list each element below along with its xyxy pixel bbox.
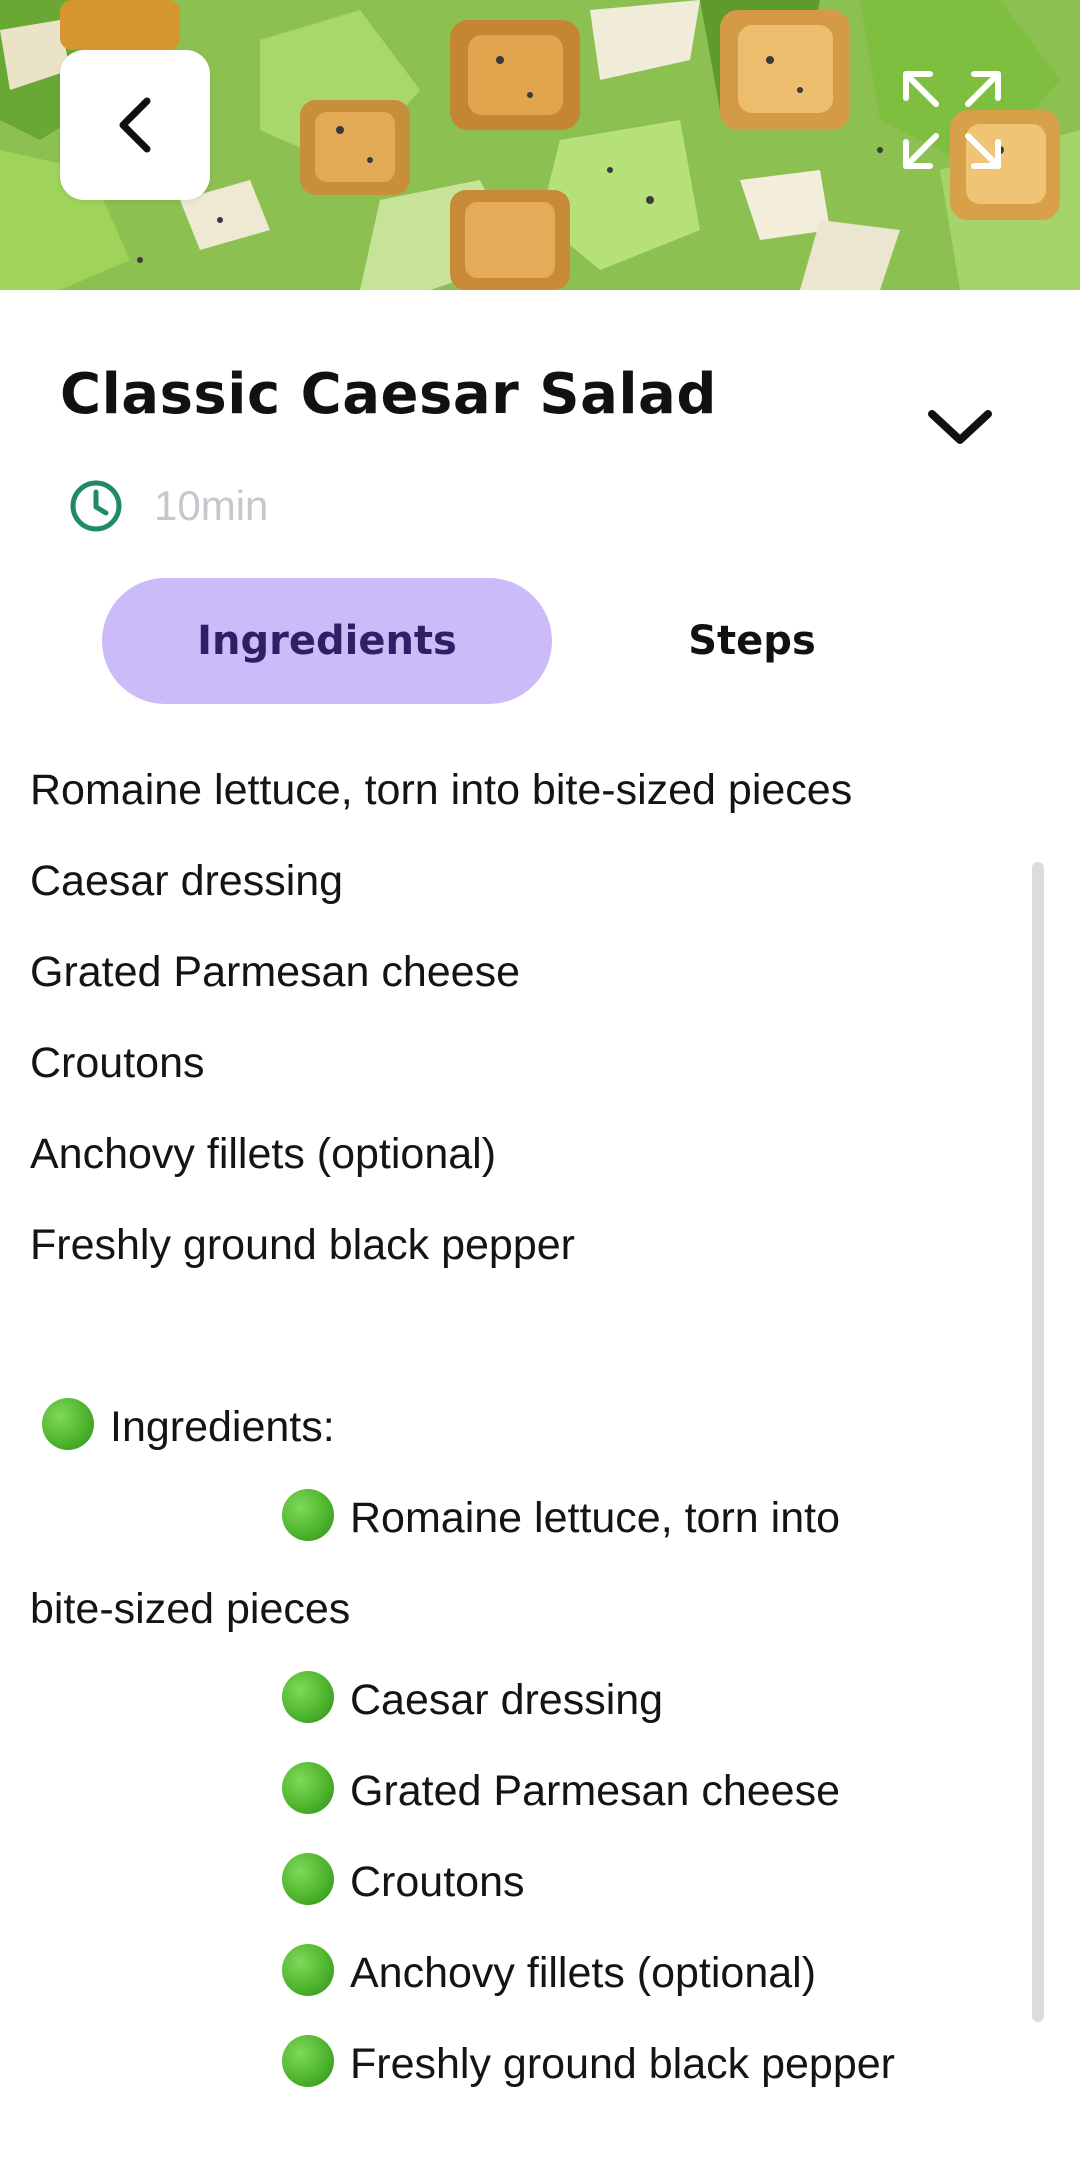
- ingredient-item: Anchovy fillets (optional): [30, 1130, 497, 1178]
- recipe-title: Classic Caesar Salad: [60, 362, 717, 427]
- bullet-item-text: Anchovy fillets (optional): [350, 1949, 817, 1997]
- chevron-down-icon: [928, 410, 992, 444]
- bullet-item-text: Romaine lettuce, torn into: [350, 1494, 840, 1542]
- ingredient-item: Caesar dressing: [30, 857, 344, 905]
- clock-icon: [70, 480, 122, 532]
- green-circle-icon: [42, 1398, 94, 1450]
- bullet-item: Freshly ground black pepper: [282, 2034, 895, 2094]
- scrollbar[interactable]: [1032, 862, 1044, 2022]
- expand-button[interactable]: [900, 68, 1004, 172]
- bullet-item: Caesar dressing: [282, 1670, 663, 1730]
- bullet-item-continuation: bite-sized pieces: [30, 1585, 351, 1633]
- bullet-item-text: Grated Parmesan cheese: [350, 1767, 840, 1815]
- bullet-item: Croutons: [282, 1852, 524, 1912]
- bullet-item-text: Freshly ground black pepper: [350, 2040, 895, 2088]
- prep-time: 10min: [68, 478, 268, 534]
- recipe-hero-image: [0, 0, 1080, 290]
- expand-icon: [903, 71, 1001, 169]
- tab-steps[interactable]: Steps: [602, 578, 902, 704]
- chevron-left-icon: [119, 97, 151, 153]
- ingredient-item: Romaine lettuce, torn into bite-sized pi…: [30, 766, 853, 814]
- green-circle-icon: [282, 1762, 334, 1814]
- section-heading-row: Ingredients:: [42, 1397, 335, 1457]
- tab-ingredients[interactable]: Ingredients: [102, 578, 552, 704]
- bullet-item-text: Caesar dressing: [350, 1676, 664, 1724]
- section-heading: Ingredients:: [110, 1403, 335, 1451]
- green-circle-icon: [282, 2035, 334, 2087]
- green-circle-icon: [282, 1671, 334, 1723]
- bullet-item: Romaine lettuce, torn into: [282, 1488, 840, 1548]
- ingredient-item: Grated Parmesan cheese: [30, 948, 520, 996]
- back-button[interactable]: [60, 50, 210, 200]
- bullet-item-text: Croutons: [350, 1858, 525, 1906]
- bullet-item: Anchovy fillets (optional): [282, 1943, 816, 2003]
- collapse-button[interactable]: [920, 392, 1000, 462]
- prep-time-label: 10min: [154, 482, 269, 529]
- ingredient-item: Freshly ground black pepper: [30, 1221, 575, 1269]
- green-circle-icon: [282, 1489, 334, 1541]
- ingredient-item: Croutons: [30, 1039, 205, 1087]
- bullet-item: Grated Parmesan cheese: [282, 1761, 840, 1821]
- green-circle-icon: [282, 1853, 334, 1905]
- green-circle-icon: [282, 1944, 334, 1996]
